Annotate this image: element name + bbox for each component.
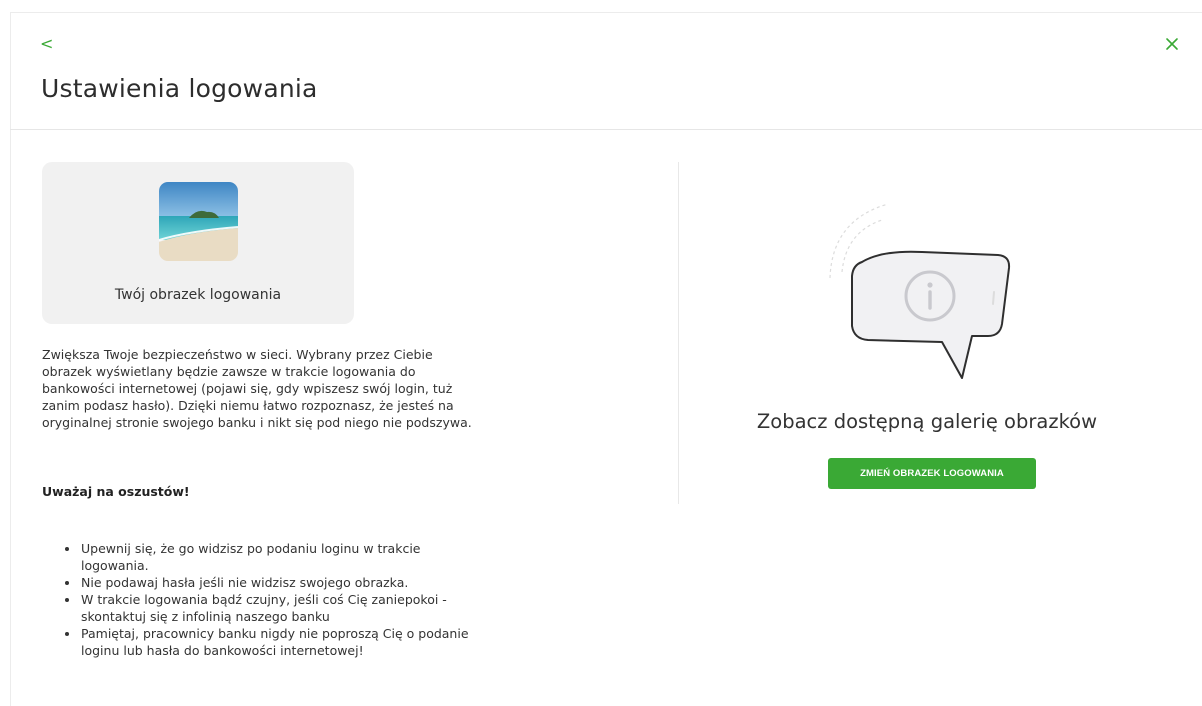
change-login-image-button[interactable]: ZMIEŃ OBRAZEK LOGOWANIA	[828, 458, 1036, 489]
column-divider	[678, 162, 679, 504]
list-item: W trakcie logowania bądź czujny, jeśli c…	[64, 591, 484, 625]
description-text: Zwiększa Twoje bezpieczeństwo w sieci. W…	[42, 347, 472, 430]
login-image-label: Twój obrazek logowania	[114, 287, 282, 303]
gallery-title: Zobacz dostępną galerię obrazków	[756, 410, 1098, 433]
back-button[interactable]: <	[40, 34, 56, 54]
login-image-card: Twój obrazek logowania	[42, 162, 354, 324]
warning-title: Uważaj na oszustów!	[42, 484, 190, 499]
header-divider	[10, 129, 1202, 130]
close-icon	[1166, 38, 1178, 50]
list-item: Upewnij się, że go widzisz po podaniu lo…	[64, 540, 484, 574]
close-button[interactable]	[1164, 36, 1180, 52]
list-item: Pamiętaj, pracownicy banku nigdy nie pop…	[64, 625, 484, 659]
list-item: Nie podawaj hasła jeśli nie widzisz swoj…	[64, 574, 484, 591]
page-title: Ustawienia logowania	[41, 74, 318, 103]
security-tips-list: Upewnij się, że go widzisz po podaniu lo…	[64, 540, 484, 659]
info-speech-bubble-icon	[822, 200, 1022, 382]
beach-photo-icon	[159, 182, 238, 261]
chevron-left-icon: <	[40, 34, 54, 53]
